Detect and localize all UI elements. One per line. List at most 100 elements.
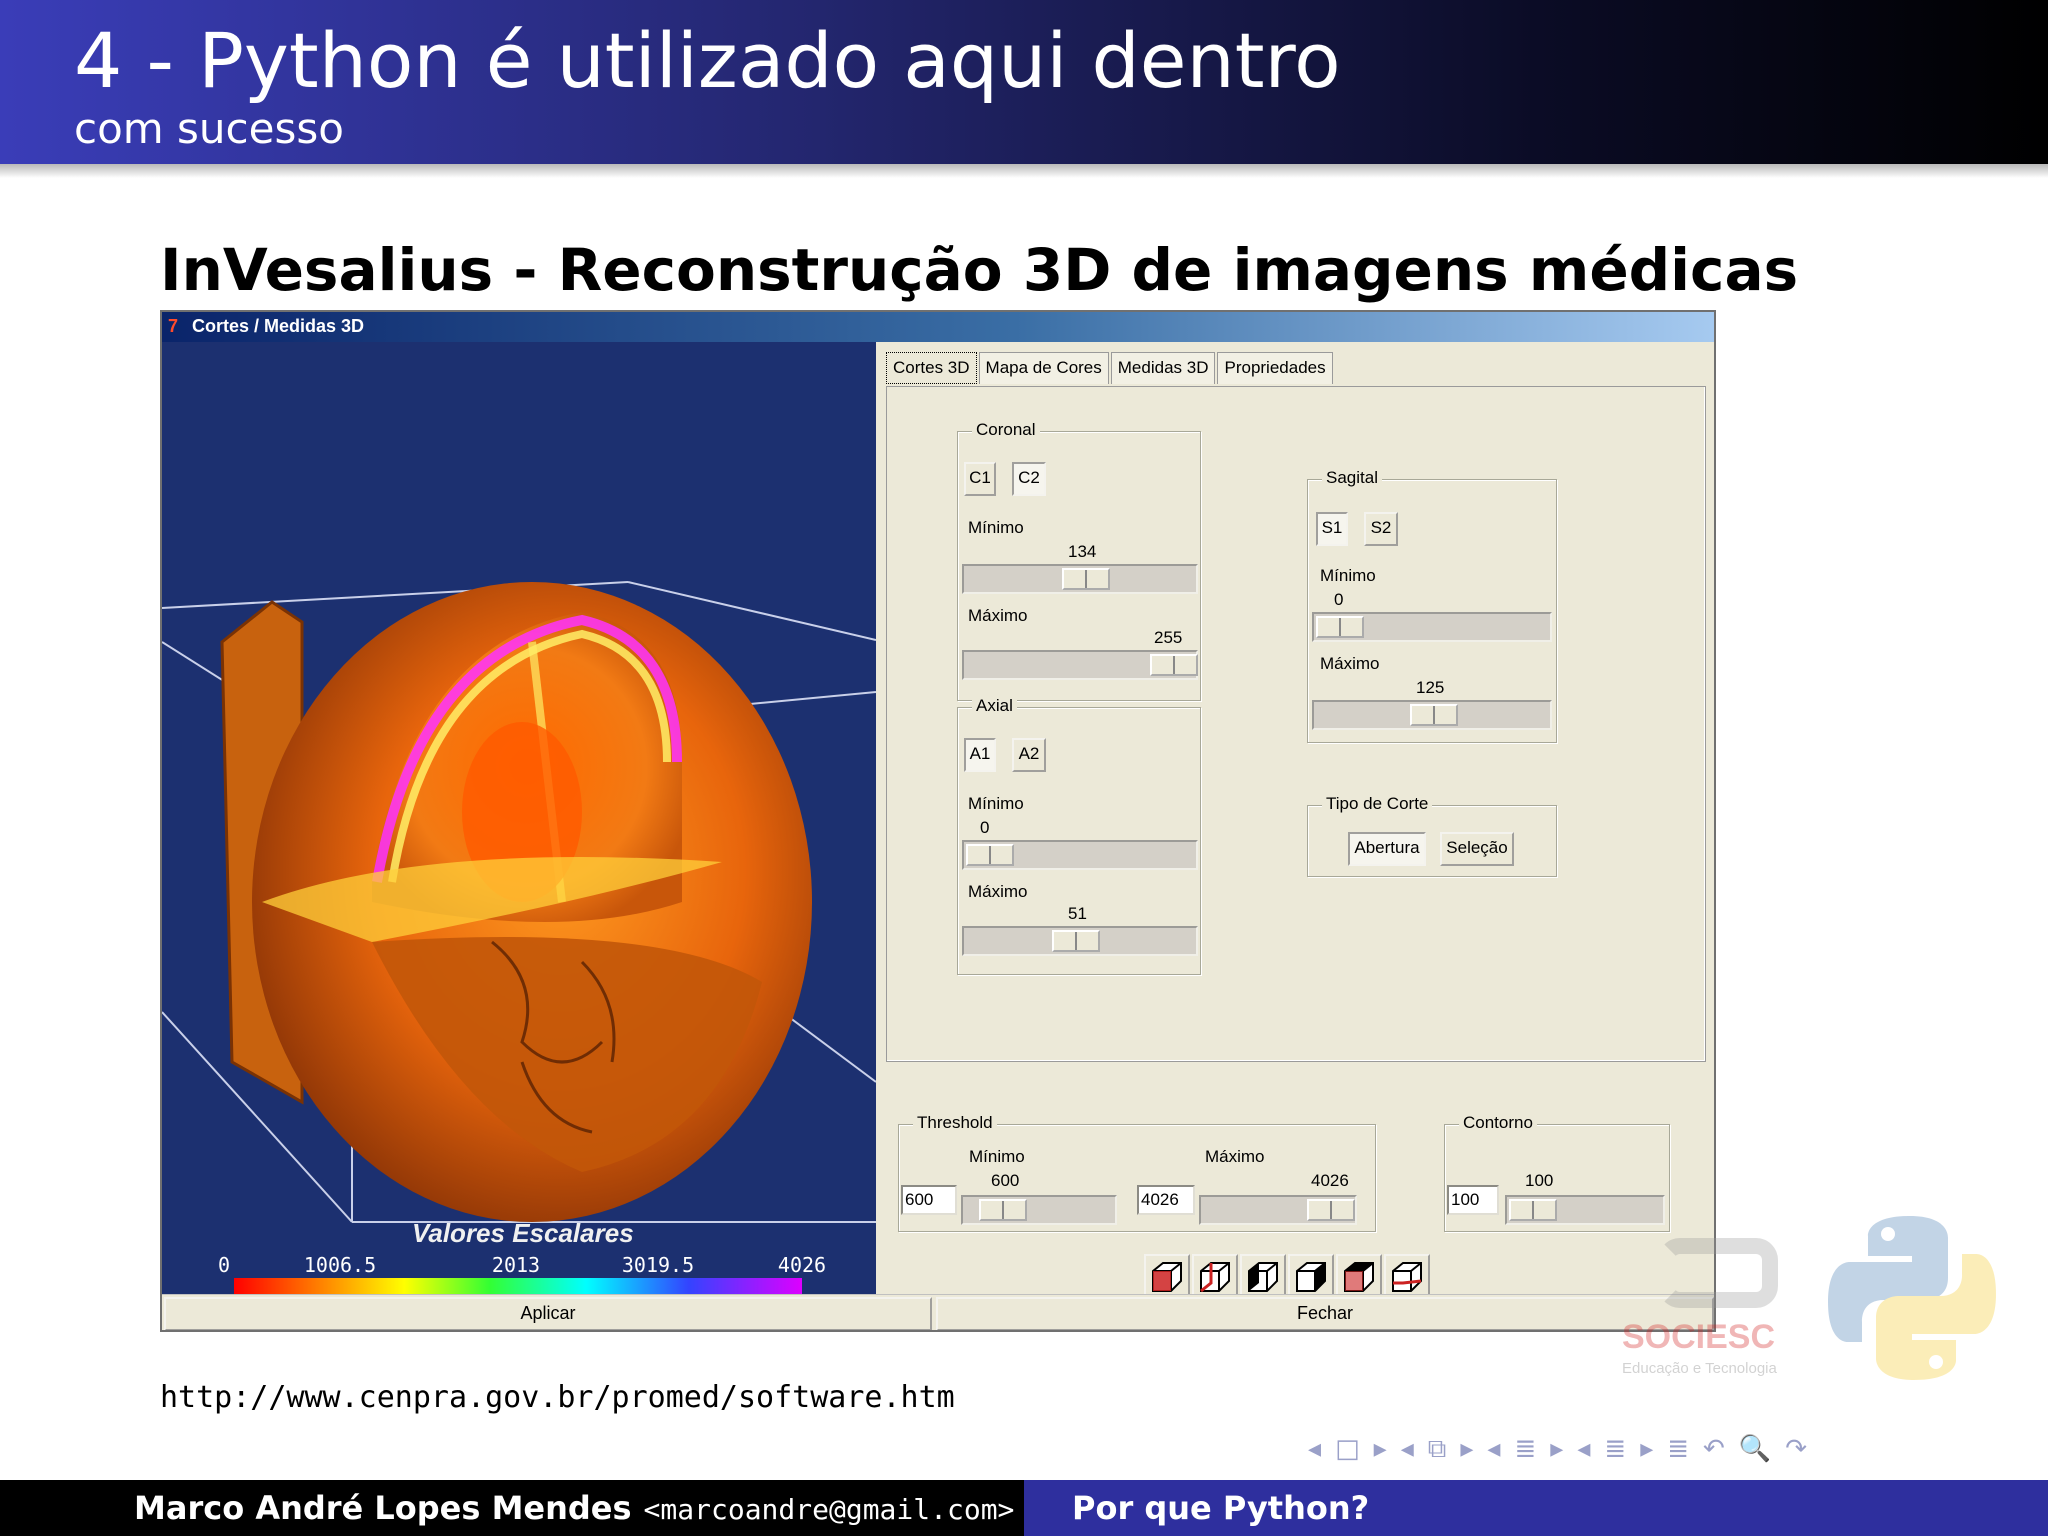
render-viewport[interactable]: Valores Escalares 0 1006.5 2013 3019.5 4… [162, 342, 876, 1294]
nav-prev-icon[interactable]: ◂ [1401, 1434, 1414, 1464]
threshold-min-slider[interactable] [961, 1195, 1117, 1225]
sociesc-name: SOCIESC [1622, 1318, 1776, 1356]
nav-frame-icon[interactable]: □ [1335, 1434, 1360, 1464]
footer-author-bar: Marco André Lopes Mendes <marcoandre@gmai… [0, 1480, 1024, 1536]
source-url: http://www.cenpra.gov.br/promed/software… [160, 1380, 955, 1415]
nav-prev-icon[interactable]: ◂ [1487, 1434, 1500, 1464]
colorbar-tick: 0 [218, 1253, 230, 1277]
axial-max-value: 51 [1068, 904, 1087, 923]
footer-section-bar: Por que Python? [1024, 1480, 2048, 1536]
contorno-slider[interactable] [1505, 1195, 1665, 1225]
nav-section-icon[interactable]: ≣ [1514, 1434, 1536, 1464]
sagital-min-value: 0 [1334, 590, 1344, 609]
nav-prev-icon[interactable]: ◂ [1308, 1434, 1321, 1464]
threshold-min-label: Mínimo [969, 1147, 1025, 1166]
nav-subsection-icon[interactable]: ⧉ [1428, 1434, 1447, 1465]
threshold-max-label: Máximo [1205, 1147, 1265, 1166]
nav-appendix-icon[interactable]: ≣ [1667, 1434, 1689, 1464]
tab-cortes-3d[interactable]: Cortes 3D [886, 352, 977, 384]
selecao-button[interactable]: Seleção [1440, 832, 1514, 866]
slider-thumb[interactable] [979, 1199, 1027, 1221]
tab-panel-cortes-3d: Coronal C1 C2 Mínimo 134 Máximo 255 Axia… [886, 386, 1706, 1062]
threshold-min-value: 600 [991, 1171, 1020, 1190]
nav-next-icon[interactable]: ▸ [1460, 1434, 1473, 1464]
slider-thumb[interactable] [1307, 1199, 1355, 1221]
threshold-max-value: 4026 [1311, 1171, 1349, 1190]
slider-thumb[interactable] [1316, 616, 1364, 638]
frame-title: InVesalius - Reconstrução 3D de imagens … [160, 236, 1799, 304]
apply-button[interactable]: Aplicar [164, 1297, 932, 1330]
axial-min-label: Mínimo [968, 794, 1024, 813]
threshold-label: Threshold [913, 1113, 997, 1133]
c1-button[interactable]: C1 [964, 462, 996, 496]
dialog-button-bar: Aplicar Fechar [162, 1294, 1714, 1330]
coronal-max-slider[interactable] [962, 650, 1198, 680]
axial-label: Axial [972, 696, 1017, 716]
axial-max-slider[interactable] [962, 926, 1198, 956]
nav-prev-icon[interactable]: ◂ [1577, 1434, 1590, 1464]
threshold-min-field[interactable]: 600 [901, 1185, 957, 1215]
header-shadow [0, 164, 2048, 178]
s1-button[interactable]: S1 [1316, 512, 1348, 546]
coronal-min-slider[interactable] [962, 564, 1198, 594]
slider-thumb[interactable] [1150, 654, 1198, 676]
beamer-navigation: ◂ □ ▸ ◂ ⧉ ▸ ◂ ≣ ▸ ◂ ≣ ▸ ≣ ↶ 🔍 ↷ [1308, 1432, 1821, 1466]
coronal-max-label: Máximo [968, 606, 1028, 625]
nav-next-icon[interactable]: ▸ [1550, 1434, 1563, 1464]
contorno-field[interactable]: 100 [1447, 1185, 1499, 1215]
axial-min-slider[interactable] [962, 840, 1198, 870]
nav-back-icon[interactable]: ↶ [1703, 1434, 1725, 1464]
threshold-max-field[interactable]: 4026 [1137, 1185, 1195, 1215]
sociesc-logo: SOCIESC Educação e Tecnologia [1622, 1238, 1782, 1378]
slider-thumb[interactable] [1052, 930, 1100, 952]
nav-document-icon[interactable]: ≣ [1604, 1434, 1626, 1464]
colorbar-tick: 2013 [492, 1253, 540, 1277]
slider-thumb[interactable] [1410, 704, 1458, 726]
head-reconstruction-render: Valores Escalares 0 1006.5 2013 3019.5 4… [162, 581, 876, 1294]
nav-forward-icon[interactable]: ↷ [1785, 1434, 1807, 1464]
s2-button[interactable]: S2 [1364, 512, 1398, 546]
app-logo-icon: 7 [168, 316, 179, 336]
window-title: Cortes / Medidas 3D [192, 316, 365, 336]
nav-next-icon[interactable]: ▸ [1640, 1434, 1653, 1464]
slider-thumb[interactable] [1509, 1199, 1557, 1221]
tipo-corte-group: Tipo de Corte Abertura Seleção [1307, 794, 1557, 877]
nav-search-icon[interactable]: 🔍 [1739, 1434, 1771, 1464]
nav-next-icon[interactable]: ▸ [1374, 1434, 1387, 1464]
tab-mapa-de-cores[interactable]: Mapa de Cores [978, 352, 1109, 384]
close-button[interactable]: Fechar [936, 1297, 1714, 1330]
sagital-min-slider[interactable] [1312, 612, 1552, 642]
coronal-max-value: 255 [1154, 628, 1183, 647]
a1-button[interactable]: A1 [964, 738, 996, 772]
colorbar-ticks: 0 1006.5 2013 3019.5 4026 [218, 1253, 826, 1277]
invesalius-window: 7 Cortes / Medidas 3D Valores Escalares … [160, 310, 1716, 1332]
c2-button[interactable]: C2 [1012, 462, 1046, 496]
axial-group: Axial A1 A2 Mínimo 0 Máximo 51 [957, 696, 1201, 975]
scalar-colorbar [234, 1278, 802, 1294]
slide-header: 4 - Python é utilizado aqui dentro com s… [0, 0, 2048, 164]
slider-thumb[interactable] [1062, 568, 1110, 590]
sociesc-tagline: Educação e Tecnologia [1622, 1360, 1777, 1377]
sagital-max-value: 125 [1416, 678, 1445, 697]
colorbar-tick: 3019.5 [622, 1253, 694, 1277]
contorno-label: Contorno [1459, 1113, 1537, 1133]
window-titlebar: 7 Cortes / Medidas 3D [162, 312, 1714, 342]
controls-panel: Cortes 3D Mapa de Cores Medidas 3D Propr… [876, 342, 1714, 1300]
tab-medidas-3d[interactable]: Medidas 3D [1110, 352, 1216, 384]
contorno-value: 100 [1525, 1171, 1554, 1190]
a2-button[interactable]: A2 [1012, 738, 1046, 772]
axial-min-value: 0 [980, 818, 990, 837]
tab-propriedades[interactable]: Propriedades [1217, 352, 1333, 384]
threshold-max-slider[interactable] [1199, 1195, 1357, 1225]
sagital-group: Sagital S1 S2 Mínimo 0 Máximo 125 [1307, 468, 1557, 743]
coronal-min-label: Mínimo [968, 518, 1024, 537]
slide-subtitle: com sucesso [74, 104, 344, 153]
abertura-button[interactable]: Abertura [1348, 832, 1426, 866]
sagital-max-slider[interactable] [1312, 700, 1552, 730]
slider-thumb[interactable] [966, 844, 1014, 866]
tipo-corte-label: Tipo de Corte [1322, 794, 1433, 814]
contorno-group: Contorno 100 100 [1444, 1113, 1670, 1232]
sagital-max-label: Máximo [1320, 654, 1380, 673]
tab-bar: Cortes 3D Mapa de Cores Medidas 3D Propr… [886, 352, 1335, 386]
sagital-min-label: Mínimo [1320, 566, 1376, 585]
